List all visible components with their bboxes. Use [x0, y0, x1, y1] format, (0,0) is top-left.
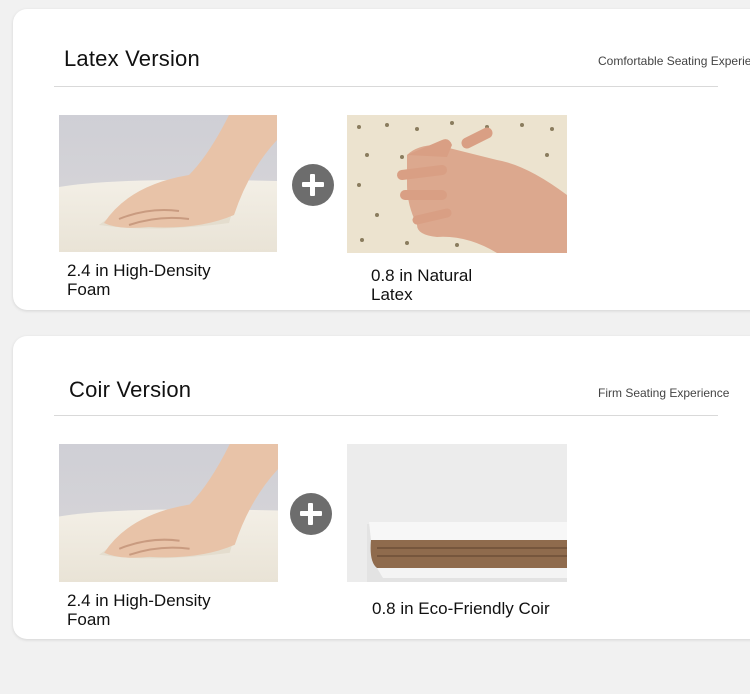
latex-version-card: Latex Version Comfortable Seating Experi…	[13, 9, 750, 310]
latex-divider	[54, 86, 718, 87]
plus-circle-icon	[290, 493, 332, 535]
latex-hand-image	[347, 115, 567, 253]
coir-right-caption: 0.8 in Eco-Friendly Coir	[372, 599, 550, 618]
coir-left-caption: 2.4 in High-Density Foam	[67, 591, 211, 629]
latex-left-caption: 2.4 in High-Density Foam	[67, 261, 211, 299]
coir-version-title: Coir Version	[69, 377, 192, 402]
foam-hand-press-image	[59, 115, 277, 252]
latex-right-caption: 0.8 in Natural Latex	[371, 266, 473, 304]
coir-version-subtitle: Firm Seating Experience	[598, 386, 730, 400]
foam-hand-press-image	[59, 444, 278, 582]
latex-version-subtitle: Comfortable Seating Experience	[598, 54, 750, 68]
plus-circle-icon	[292, 164, 334, 206]
latex-version-title: Latex Version	[64, 46, 200, 71]
coir-version-card: Coir Version Firm Seating Experience 2.4…	[13, 336, 750, 639]
coir-layer-image	[347, 444, 567, 582]
coir-divider	[54, 415, 718, 416]
